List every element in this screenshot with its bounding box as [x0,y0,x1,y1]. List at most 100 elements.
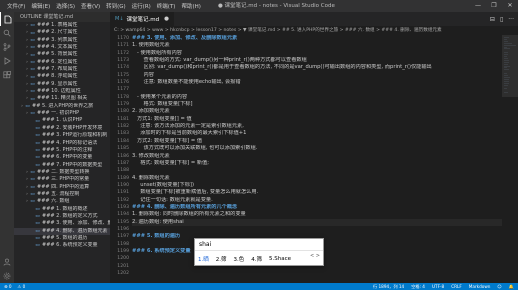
code-line[interactable]: ### 4. 删除、遍历数组所有元素的几个概念 [132,204,502,211]
outline-item[interactable]: › ▭ ## 5. 进入PHP的世界之旅 [14,103,110,110]
code-line[interactable]: 区别: var_dump()和print_r()都是用于查看数组的方法, 不同的… [132,64,502,71]
code-line[interactable]: 方式1: 数组变量[] = 值 [132,116,502,123]
outline-item[interactable]: › ▭ ### 五. 流程控制 [14,191,110,198]
cursor-position[interactable]: 行 1894，列 14 [373,283,404,290]
menu-selection[interactable]: 选择(S) [53,2,78,10]
code-line[interactable]: ### 3. 使用、添加、修改、及删除数组元素 [132,35,502,42]
code-line[interactable]: 2. 遍历数组: 使用shai [132,218,502,226]
outline-item[interactable]: › ▭ ### 四. PHP中的运算 [14,184,110,191]
code-line[interactable]: 注意: 数组数量不能使用echo输出, 会报错 [132,79,502,86]
outline-item[interactable]: › ▭ ### 8. 浮动属性 [14,73,110,80]
outline-item[interactable]: › ▭ ### 三. PHP中的常量 [14,176,110,183]
outline-item[interactable]: › ▭ ### 7. 布局属性 [14,66,110,73]
outline-item[interactable]: › ▭ ### 一. 初识PHP [14,110,110,117]
open-preview-icon[interactable]: ⊟ [490,16,495,23]
code-line[interactable]: - 使用数组所有内容 [132,50,502,57]
feedback-icon[interactable]: ☺ [497,283,501,290]
ime-page-nav[interactable]: < > [310,253,320,259]
outline-item[interactable]: › ▭ ### 6. 定位属性 [14,59,110,66]
code-line[interactable]: 3. 修改数组元素 [132,153,502,160]
extensions-icon[interactable] [0,68,14,82]
outline-item[interactable]: › ▭ ### 六. 数组 [14,198,110,205]
outline-item[interactable]: ▭ ### 7. PHP中的数据类型 [14,162,110,169]
outline-item[interactable]: ▭ ### 4. PHP的标记语法 [14,140,110,147]
menu-run[interactable]: 运行(R) [129,2,154,10]
outline-item[interactable]: › ▭ ### 1. 表格属性 [14,22,110,29]
code-line[interactable]: 格式: 数组变量[下标] [132,101,502,108]
outline-item[interactable]: ▭ ### 6. 系统预定义变量 [14,242,110,249]
outline-item[interactable]: › ▭ ### 11. 精灵图 相关 [14,95,110,102]
minimap[interactable] [502,35,518,283]
run-debug-icon[interactable] [0,54,14,68]
code-line[interactable]: 查看数组的方式: var_dump()另一种print_r()两种方式都可以查看… [132,57,502,64]
code-line[interactable]: 记住一句话: 数组元素就是变量. [132,197,502,204]
outline-item[interactable]: › ▭ ### 9. 显示属性 [14,81,110,88]
outline-item[interactable]: › ▭ ### 3. 列表属性 [14,37,110,44]
code-line[interactable]: 内容 [132,72,502,79]
menu-terminal[interactable]: 终端(T) [154,2,179,10]
more-actions-icon[interactable]: ··· [508,16,514,23]
errors-indicator[interactable]: ⊗ 0 [4,283,12,290]
tab-notes-md[interactable]: M↓ 课堂笔记.md ● [110,12,175,26]
search-icon[interactable] [0,26,14,40]
ime-candidate[interactable]: 2.筛 [216,255,227,263]
menu-file[interactable]: 文件(F) [4,2,28,10]
ime-candidate[interactable]: 5.Shace [269,256,291,262]
outline-item[interactable]: ▭ ### 1. 数组的概述 [14,206,110,213]
code-line[interactable]: 注意: 该方法添加的元素一定是索引数组元素, [132,123,502,130]
menu-edit[interactable]: 编辑(E) [28,2,53,10]
code-line[interactable]: 4. 删除数组元素 [132,175,502,182]
code-line[interactable]: 数组变量[下标]被重新赋值后, 变量怎么用就怎么用. [132,189,502,196]
outline-item[interactable]: › ▭ ### 4. 文本属性 [14,44,110,51]
ime-candidate[interactable]: 1.晒 [198,255,209,263]
encoding[interactable]: UTF-8 [432,283,444,290]
outline-item[interactable]: › ▭ ### 二. 数据类型转换 [14,169,110,176]
explorer-icon[interactable] [0,12,14,26]
line-ending[interactable]: CRLF [451,283,462,290]
code-line[interactable]: 1. 使用数组元素 [132,42,502,49]
outline-item[interactable]: › ▭ ### 10. 边框属性 [14,88,110,95]
outline-item[interactable]: ▭ ### 1. 认识PHP [14,117,110,124]
account-icon[interactable] [0,255,14,269]
code-line[interactable]: 格式: 数组变量[下标] = 新值; [132,160,502,167]
menu-go[interactable]: 转到(G) [103,2,129,10]
outline-item[interactable]: ▭ ### 4. 删除、遍历数组元素 [14,227,110,235]
outline-item[interactable]: ▭ ### 5. PHP中的注释 [14,147,110,154]
menu-view[interactable]: 查看(V) [78,2,103,10]
minimize-button[interactable]: — [470,0,486,12]
outline-item[interactable]: ▭ ### 6. PHP中的变量 [14,154,110,161]
code-line[interactable]: 该方式既可以添加关联数组, 也可以添加索引数组. [132,145,502,152]
code-line[interactable]: 1. 删除数组: 同时删除数组的所有元素之和的变量 [132,211,502,218]
ime-candidate[interactable]: 3.色 [234,255,245,263]
outline-item[interactable]: ▭ ### 3. 使用、添加、修改、删除 [14,220,110,227]
maximize-button[interactable]: ❐ [486,0,502,12]
indentation[interactable]: 空格: 4 [411,283,425,290]
code-line[interactable]: 添加时的下标是当前数组的最大索引下标值+1 [132,130,502,137]
breadcrumb[interactable]: C: > wamp64 > www > hkcnbcp > lesson17 >… [110,26,518,35]
outline-item[interactable]: ▭ ### 2. 数组的定义方式 [14,213,110,220]
code-line[interactable] [132,167,502,174]
outline-item[interactable]: ▭ ### 3. PHP运行原理和机制 [14,132,110,139]
string-symbol-icon: ▭ [30,199,35,205]
outline-item[interactable]: › ▭ ### 2. 尺寸属性 [14,29,110,36]
code-line[interactable]: unset(数组变量[下标]) [132,182,502,189]
outline-item[interactable]: ▭ ### 2. 安装PHP开发环境 [14,125,110,132]
menu-help[interactable]: 帮助(H) [178,2,203,10]
code-line[interactable] [132,270,502,277]
code-line[interactable] [132,226,502,233]
outline-item[interactable]: › ▭ ### 5. 背景属性 [14,51,110,58]
close-window-button[interactable]: ✕ [502,0,518,12]
ime-candidate[interactable]: 4.筛 [251,255,262,263]
code-line[interactable]: - 使用某个元素的内容 [132,94,502,101]
settings-gear-icon[interactable] [0,269,14,283]
outline-item[interactable]: ▭ ### 5. 数组的遍历 [14,235,110,242]
split-editor-icon[interactable]: ▯ [500,16,503,23]
code-line[interactable] [132,86,502,93]
warnings-indicator[interactable]: ⚠ 0 [18,283,26,290]
language-mode[interactable]: Markdown [469,283,491,290]
code-line[interactable]: 方式2: 数组变量[下标] = 值 [132,138,502,145]
code-line[interactable]: 2. 添加数组元素 [132,108,502,115]
tab-close-icon[interactable]: ● [164,16,169,22]
source-control-icon[interactable] [0,40,14,54]
notifications-bell-icon[interactable]: 🔔 [509,283,514,290]
